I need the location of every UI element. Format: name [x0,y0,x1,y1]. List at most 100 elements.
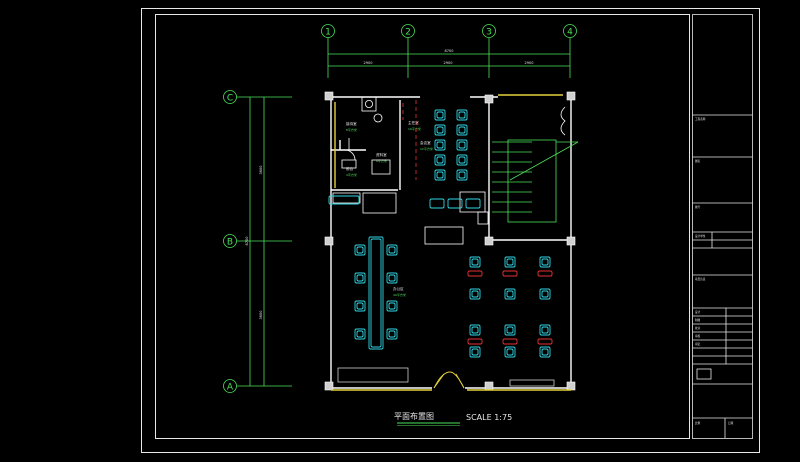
axis-label-a: A [227,383,234,393]
office-chair-seat [506,290,514,298]
office-desk [502,338,518,345]
tb-field: 设计 [695,310,701,314]
conference-chair [354,244,366,256]
office-chair-seat [471,290,479,298]
meeting-chair-seat [458,111,466,119]
stair-door [560,106,566,136]
tb-field: 比例 [695,421,701,425]
drawing-scale: SCALE 1:75 [466,413,512,422]
dim-row-bay: 3600 [259,311,263,320]
sofa-bottom [337,367,555,387]
conference-chair-seat [388,330,396,338]
interior-elements [332,96,489,245]
office-chair [504,256,516,268]
outer-frame [141,8,760,453]
office-chair-seat [506,326,514,334]
meeting-chair-seat [436,141,444,149]
office-desk [537,270,553,277]
meeting-chair-seat [436,156,444,164]
room-labels: 主任室 10平方米 接待室 8平方米 会议室 12平方米 办公区 40平方米 资… [346,120,433,297]
room-name: 主任室 [408,120,419,125]
tb-field: 日期 [728,421,734,425]
tb-field: 校对 [695,326,701,330]
office-chair [504,346,516,358]
dim-row-bay: 3600 [259,166,263,175]
meeting-chair-seat [458,141,466,149]
room-area: 8平方米 [346,127,357,132]
office-desk [467,270,483,277]
office-chair-seat [541,258,549,266]
row-axes [223,90,292,393]
office-chair-seat [471,326,479,334]
office-chair [504,324,516,336]
office-chair [469,346,481,358]
entrance-doors [433,371,465,389]
room-name: 资料室 [376,152,387,157]
office-chair [469,288,481,300]
cad-drawing: 工程名称 图名 图号 设计单位 项目负责 设计 制图 校对 审核 审定 比例 日… [141,8,760,453]
conference-chair-seat [388,274,396,282]
conference-chair [386,328,398,340]
tb-field: 图名 [695,159,701,163]
office-chair-seat [471,348,479,356]
reception-sofa [429,198,445,209]
conference-chair [386,300,398,312]
dim-bay: 2900 [444,61,453,65]
tb-field: 图号 [695,205,701,209]
conference-chair [354,300,366,312]
conference-chair-seat [388,246,396,254]
office-chair-seat [506,258,514,266]
furniture [328,109,553,358]
room-area: 9平方米 [376,158,387,163]
axis-label-4: 4 [567,28,573,38]
tb-field: 设计单位 [695,234,706,238]
room-name: 接待室 [346,121,357,126]
axis-label-c: C [227,94,233,104]
conference-chair-seat [356,274,364,282]
office-chair-seat [541,290,549,298]
meeting-chair-seat [458,126,466,134]
tb-field: 项目负责 [695,277,706,281]
conference-chair-seat [356,330,364,338]
office-chair [539,256,551,268]
meeting-chair-seat [458,156,466,164]
room-area: 4平方米 [346,172,357,177]
room-name: 会议室 [420,140,431,145]
red-dashed-partitions [402,100,417,180]
axis-label-3: 3 [486,28,492,38]
meeting-chair [456,169,468,181]
conference-table-inner [370,238,382,348]
conference-chair [354,272,366,284]
tb-field: 审核 [695,334,701,338]
office-chair-seat [506,348,514,356]
room-area: 10平方米 [408,126,421,131]
office-chair [504,288,516,300]
meeting-chair-seat [436,111,444,119]
yellow-wall-accents [331,94,571,391]
conference-chair-seat [356,246,364,254]
drawing-title-block: 平面布置图 SCALE 1:75 [394,411,512,426]
meeting-chair [434,154,446,166]
row-labels: C B A [227,94,234,393]
tb-field: 工程名称 [695,117,706,121]
drawing-title: 平面布置图 [394,411,434,421]
reception-sofa [465,198,481,209]
meeting-chair-seat [436,171,444,179]
meeting-chair [456,139,468,151]
meeting-chair [434,109,446,121]
meeting-chair-seat [436,126,444,134]
room-name: 前台 [346,166,354,171]
conference-chair-seat [356,302,364,310]
tb-field: 审定 [695,342,701,346]
dim-overall-width: 8700 [445,49,454,53]
office-chair [539,346,551,358]
office-chair [469,256,481,268]
meeting-chair [434,139,446,151]
conference-chair [386,272,398,284]
conference-chair [386,244,398,256]
dim-bay: 2900 [525,61,534,65]
office-chair [539,324,551,336]
office-chair [469,324,481,336]
office-chair-seat [471,258,479,266]
meeting-chair [434,169,446,181]
